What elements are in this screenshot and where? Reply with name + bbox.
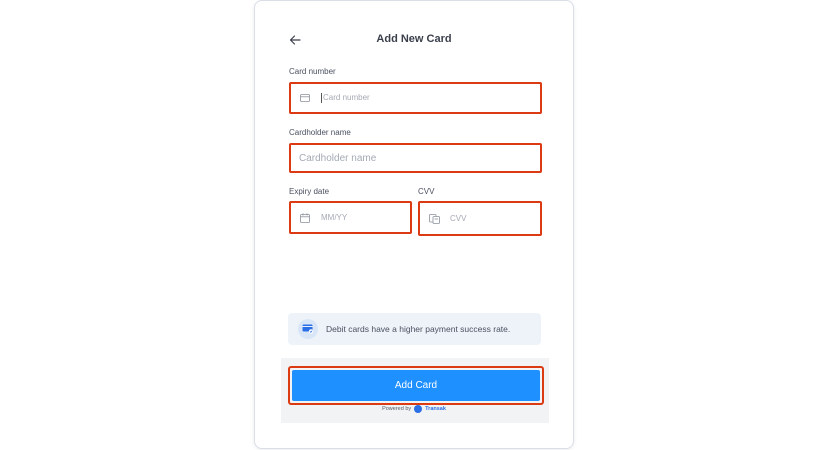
expiry-date-label: Expiry date xyxy=(289,187,330,196)
powered-by-text: Powered by xyxy=(382,406,412,412)
expiry-date-input[interactable]: MM/YY xyxy=(289,201,412,234)
cvv-input[interactable]: CVV xyxy=(418,201,542,236)
cardholder-name-input[interactable]: Cardholder name xyxy=(289,143,542,173)
add-card-button-highlight: Add Card xyxy=(288,366,544,405)
card-number-label: Card number xyxy=(289,67,336,76)
cvv-card-icon xyxy=(428,213,440,225)
powered-by: Powered by Transak xyxy=(255,405,573,413)
header: Add New Card xyxy=(255,29,573,53)
card-number-placeholder: Card number xyxy=(321,93,370,103)
text-caret xyxy=(321,93,322,103)
calendar-icon xyxy=(299,212,311,224)
info-banner: Debit cards have a higher payment succes… xyxy=(288,313,541,345)
credit-card-icon xyxy=(299,92,311,104)
cvv-placeholder: CVV xyxy=(450,214,467,223)
add-card-button[interactable]: Add Card xyxy=(292,370,540,401)
cvv-label: CVV xyxy=(418,187,435,196)
add-card-panel: Add New Card Card number Card number Car… xyxy=(254,0,574,449)
cardholder-name-placeholder: Cardholder name xyxy=(299,152,377,164)
cardholder-name-label: Cardholder name xyxy=(289,128,351,137)
expiry-placeholder: MM/YY xyxy=(321,213,348,222)
card-number-input[interactable]: Card number xyxy=(289,82,542,114)
page-title: Add New Card xyxy=(376,33,452,45)
brand-name: Transak xyxy=(425,406,446,412)
info-text: Debit cards have a higher payment succes… xyxy=(326,324,511,334)
card-check-icon xyxy=(298,319,318,339)
transak-logo-icon xyxy=(414,405,423,413)
